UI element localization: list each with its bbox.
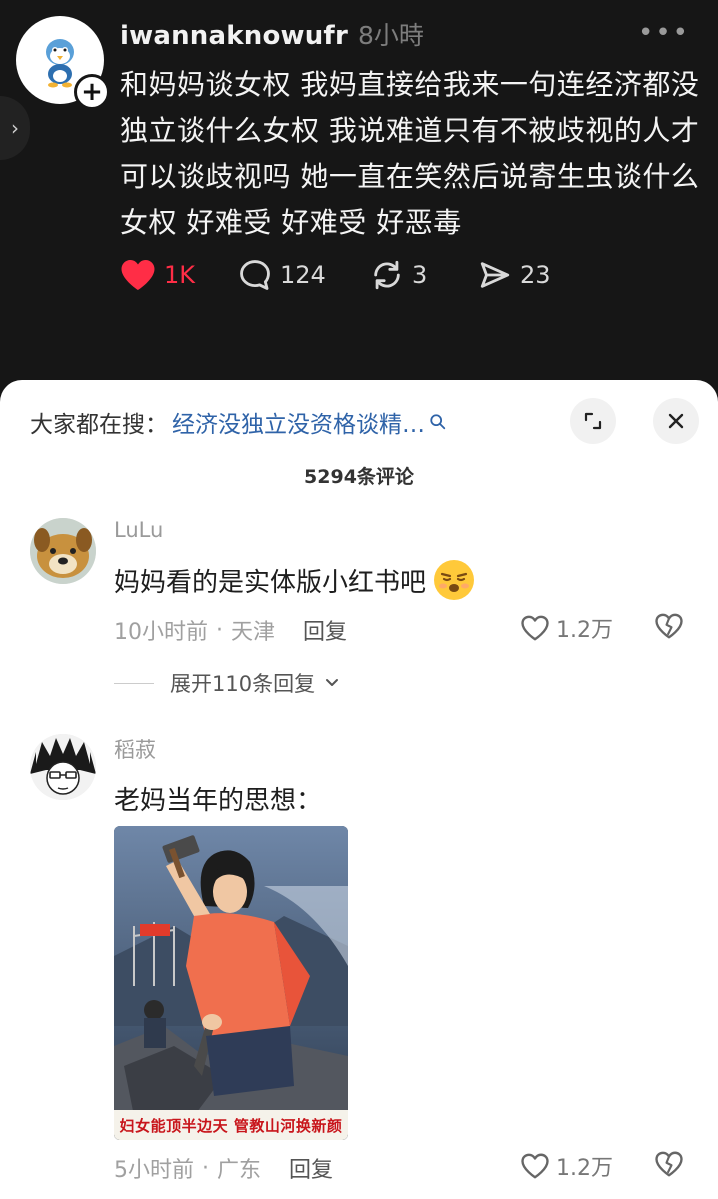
expand-replies-button[interactable]: 展开110条回复	[114, 668, 341, 698]
post-username[interactable]: iwannaknowufr	[120, 21, 348, 51]
comment-text: 老妈当年的思想：	[114, 786, 323, 816]
comment-like-count: 1.2万	[556, 618, 613, 643]
comment-like-button[interactable]: 1.2万	[520, 612, 613, 644]
comment-location: 天津	[231, 620, 276, 645]
trending-search[interactable]: 大家都在搜： 经济没独立没资格谈精…	[30, 400, 447, 444]
comment-text-row: 妈妈看的是实体版小红书吧	[114, 558, 476, 602]
expand-button[interactable]	[570, 398, 616, 444]
repost-count: 3	[412, 261, 428, 289]
manga-avatar-image	[30, 734, 96, 800]
dislike-button[interactable]	[654, 1150, 684, 1182]
repost-button[interactable]: 3	[370, 253, 427, 297]
dislike-button[interactable]	[654, 612, 684, 644]
post-body-text: 和妈妈谈女权 我妈直接给我来一句连经济都没独立谈什么女权 我说难道只有不被歧视的…	[120, 68, 700, 239]
author-avatar[interactable]: +	[16, 16, 110, 110]
commenter-name[interactable]: 稻菽	[114, 734, 156, 764]
comment-item: LuLu 妈妈看的是实体版小红书吧 10小时前 · 天津 回复 1.2万 展开1…	[0, 514, 718, 696]
chevron-down-icon	[326, 679, 339, 686]
dog-avatar-image	[30, 518, 96, 584]
comment-time: 5小时前	[114, 1158, 194, 1183]
comment-like-button[interactable]: 1.2万	[520, 1150, 613, 1182]
comment-meta: 10小时前 · 天津 回复	[114, 614, 347, 646]
follow-plus-button[interactable]: +	[74, 74, 110, 110]
share-count: 23	[520, 261, 551, 289]
close-button[interactable]	[653, 398, 699, 444]
propaganda-poster-image	[114, 826, 348, 1140]
post-actions: 1K 124 3 23	[120, 253, 640, 297]
comment-time: 10小时前	[114, 620, 208, 645]
heart-outline-icon	[521, 1153, 549, 1179]
poster-caption: 妇女能顶半边天 管教山河换新颜	[114, 1110, 348, 1140]
close-icon	[668, 413, 684, 429]
commenter-name[interactable]: LuLu	[114, 518, 163, 542]
search-icon	[429, 413, 447, 431]
reply-button[interactable]: 回复	[289, 1152, 333, 1184]
comment-location: 广东	[217, 1158, 262, 1183]
share-button[interactable]: 23	[478, 253, 551, 297]
heart-outline-icon	[521, 615, 549, 641]
post-header: iwannaknowufr 8小時	[120, 16, 424, 52]
reply-button[interactable]: 回复	[303, 614, 347, 646]
comment-button[interactable]: 124	[238, 253, 326, 297]
comment-sheet: 大家都在搜： 经济没独立没资格谈精… 5294条评论 LuLu 妈妈看的是实体版…	[0, 380, 718, 1199]
smug-face-emoji-icon	[434, 560, 475, 600]
expand-replies-label: 展开110条回复	[170, 672, 316, 696]
more-icon[interactable]: •••	[638, 18, 690, 48]
expand-divider	[114, 682, 154, 684]
comment-text-row: 老妈当年的思想：	[114, 780, 322, 817]
commenter-avatar[interactable]	[30, 734, 96, 800]
chevron-right-icon[interactable]: ›	[0, 96, 30, 160]
expand-icon	[584, 412, 602, 430]
meta-separator: ·	[202, 1155, 209, 1181]
comment-total: 5294条评论	[304, 466, 414, 488]
comment-count: 124	[280, 261, 326, 289]
share-icon	[480, 262, 510, 288]
heart-icon	[121, 260, 155, 290]
comment-bubble-icon	[240, 260, 270, 290]
dislike-icon	[655, 1151, 683, 1177]
comment-text: 妈妈看的是实体版小红书吧	[114, 567, 427, 598]
search-prefix: 大家都在搜：	[30, 412, 168, 438]
comment-meta: 5小时前 · 广东 回复	[114, 1152, 333, 1184]
meta-separator: ·	[216, 617, 223, 643]
like-button[interactable]: 1K	[120, 253, 195, 297]
commenter-avatar[interactable]	[30, 518, 96, 584]
post-time: 8小時	[357, 21, 424, 50]
comment-item: 稻菽 老妈当年的思想： 妇女能顶半边天 管教山河换新颜 5小时前 · 广东 回复…	[0, 730, 718, 1190]
dislike-icon	[655, 613, 683, 639]
repost-icon	[374, 260, 400, 290]
search-query-link[interactable]: 经济没独立没资格谈精…	[172, 405, 425, 439]
post-card: › + iwannaknowufr 8小時 ••• 和妈妈谈女权 我妈直接给我来…	[0, 0, 718, 400]
comment-like-count: 1.2万	[556, 1156, 613, 1181]
comment-image-poster[interactable]: 妇女能顶半边天 管教山河换新颜	[114, 826, 348, 1140]
like-count: 1K	[164, 261, 196, 289]
